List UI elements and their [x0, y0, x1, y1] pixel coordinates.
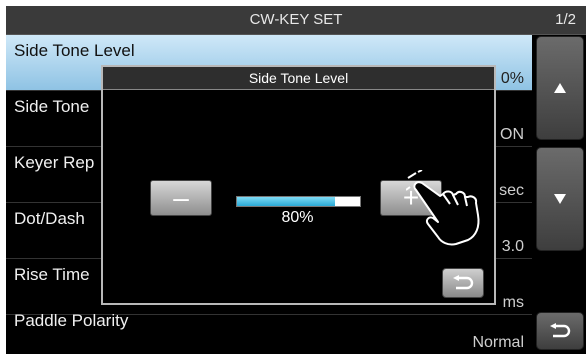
dialog-back-button[interactable]	[442, 268, 484, 298]
menu-item-value: 0%	[500, 70, 524, 87]
down-triangle-icon	[554, 194, 566, 204]
title-bar: CW-KEY SET 1/2	[6, 6, 586, 35]
return-arrow-icon	[550, 323, 571, 338]
menu-item-value: ON	[500, 126, 524, 143]
menu-item-label: Keyer Rep	[14, 153, 95, 172]
menu-item-label: Paddle Polarity	[14, 311, 129, 330]
back-button[interactable]	[536, 312, 584, 350]
return-arrow-icon	[453, 275, 474, 290]
level-bar-fill	[237, 197, 336, 206]
menu-item-label: Side Tone	[14, 97, 90, 116]
up-triangle-icon	[554, 83, 566, 93]
scroll-down-button[interactable]	[536, 147, 584, 251]
screen-title: CW-KEY SET	[249, 11, 343, 28]
radio-screen: CW-KEY SET 1/2 Side Tone Level 0% Side T…	[6, 6, 586, 354]
scroll-up-button[interactable]	[536, 36, 584, 140]
minus-label: –	[173, 182, 189, 213]
level-value: 80%	[281, 209, 314, 226]
decrease-button[interactable]: –	[150, 180, 212, 216]
pointing-hand-icon	[406, 170, 480, 246]
menu-item-label: Side Tone Level	[14, 41, 135, 60]
dialog-title: Side Tone Level	[103, 67, 494, 90]
menu-item-label: Dot/Dash	[14, 209, 85, 228]
menu-item-label: Rise Time	[14, 265, 90, 284]
level-bar	[236, 196, 361, 207]
page-indicator: 1/2	[555, 11, 576, 28]
menu-item-paddle-polarity[interactable]: Paddle Polarity Normal	[6, 305, 532, 354]
menu-item-value: Normal	[472, 334, 524, 351]
